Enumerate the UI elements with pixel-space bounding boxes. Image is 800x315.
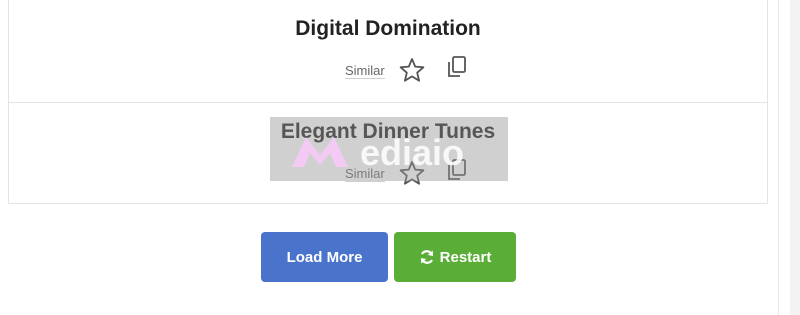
copy-icon[interactable] [446,55,468,79]
load-more-label: Load More [286,248,363,266]
svg-text:ediaio: ediaio [360,132,464,173]
restart-label: Restart [439,248,492,266]
similar-link[interactable]: Similar [345,64,385,79]
pagination-controls: Load More Restart [0,231,800,283]
divider [778,0,779,315]
result-title: Digital Domination [295,17,481,40]
result-item: Digital Domination Similar [9,0,767,103]
scrollbar[interactable] [790,0,800,315]
restart-button[interactable]: Restart [394,232,516,282]
watermark-overlay: ediaio [270,117,508,181]
watermark-logo: ediaio [292,132,464,173]
result-actions: Similar [345,55,485,83]
refresh-icon [420,250,433,264]
star-icon[interactable] [399,57,425,83]
load-more-button[interactable]: Load More [261,232,388,282]
